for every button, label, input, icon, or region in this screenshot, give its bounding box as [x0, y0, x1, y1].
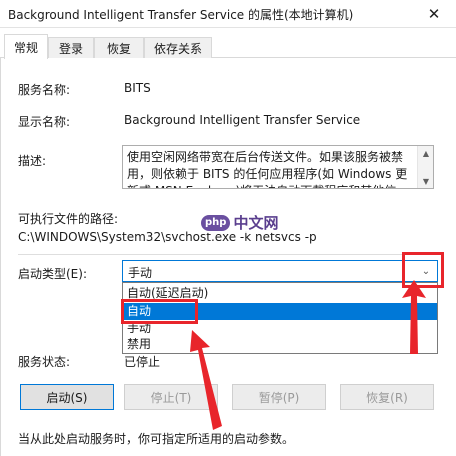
- startup-type-select[interactable]: 手动 ⌄: [122, 260, 438, 282]
- tab-logon[interactable]: 登录: [48, 37, 94, 58]
- startup-option-manual[interactable]: 手动: [123, 320, 437, 337]
- service-status-label: 服务状态:: [18, 355, 71, 369]
- display-name-value: Background Intelligent Transfer Service: [124, 113, 361, 127]
- tab-general[interactable]: 常规: [4, 34, 48, 59]
- startup-option-auto[interactable]: 自动: [123, 303, 437, 320]
- description-text: 使用空闲网络带宽在后台传送文件。如果该服务被禁用，则依赖于 BITS 的任何应用…: [127, 150, 408, 188]
- tab-strip: 常规 登录 恢复 依存关系: [0, 34, 456, 59]
- service-name-label: 服务名称:: [18, 83, 71, 97]
- watermark-text: 中文网: [233, 214, 279, 232]
- resume-button[interactable]: 恢复(R): [340, 384, 434, 410]
- stop-button[interactable]: 停止(T): [124, 384, 218, 410]
- startup-type-label: 启动类型(E):: [18, 267, 87, 281]
- close-icon[interactable]: ✕: [412, 0, 456, 28]
- scroll-up-icon[interactable]: ▲: [418, 146, 433, 160]
- scroll-down-icon[interactable]: ▼: [418, 174, 433, 188]
- tab-dependencies[interactable]: 依存关系: [144, 37, 212, 58]
- startup-option-disabled[interactable]: 禁用: [123, 336, 437, 353]
- service-name-value: BITS: [124, 81, 151, 95]
- service-status-value: 已停止: [124, 355, 161, 369]
- description-label: 描述:: [18, 154, 47, 168]
- description-box[interactable]: 使用空闲网络带宽在后台传送文件。如果该服务被禁用，则依赖于 BITS 的任何应用…: [122, 145, 434, 189]
- display-name-label: 显示名称:: [18, 115, 71, 129]
- watermark: php 中文网: [198, 212, 282, 233]
- exe-path-label: 可执行文件的路径:: [18, 212, 119, 226]
- tab-recovery[interactable]: 恢复: [94, 37, 144, 58]
- divider: [18, 254, 438, 255]
- title-bar: Background Intelligent Transfer Service …: [0, 0, 456, 28]
- pause-button[interactable]: 暂停(P): [232, 384, 326, 410]
- startup-option-auto-delayed[interactable]: 自动(延迟启动): [123, 285, 437, 302]
- start-button[interactable]: 启动(S): [20, 384, 114, 410]
- chevron-down-icon[interactable]: ⌄: [415, 261, 437, 281]
- description-scrollbar[interactable]: ▲ ▼: [417, 146, 433, 188]
- start-params-hint: 当从此处启动服务时，你可指定所适用的启动参数。: [18, 432, 295, 446]
- window-title: Background Intelligent Transfer Service …: [8, 8, 354, 22]
- startup-type-value: 手动: [128, 266, 153, 280]
- startup-type-dropdown: 自动(延迟启动) 自动 手动 禁用: [122, 282, 438, 354]
- watermark-logo: php: [201, 214, 231, 231]
